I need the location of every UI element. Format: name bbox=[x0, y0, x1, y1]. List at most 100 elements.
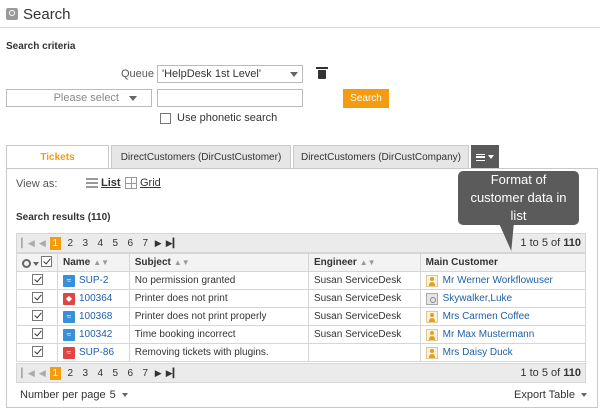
page-link[interactable]: 4 bbox=[95, 367, 106, 380]
row-checkbox[interactable] bbox=[31, 273, 43, 285]
row-checkbox[interactable] bbox=[31, 327, 43, 339]
column-header-customer[interactable]: Main Customer bbox=[419, 253, 587, 272]
column-label: Main Customer bbox=[425, 257, 498, 268]
page-link[interactable]: 1 bbox=[49, 236, 61, 250]
pager-of: of bbox=[547, 367, 564, 379]
gear-icon[interactable] bbox=[22, 259, 31, 269]
chevron-down-icon bbox=[290, 71, 298, 77]
ticket-type-icon: ≈ bbox=[63, 346, 75, 359]
ticket-link[interactable]: SUP-86 bbox=[79, 347, 114, 358]
page-link[interactable]: 4 bbox=[95, 237, 106, 250]
page-link[interactable]: 5 bbox=[110, 237, 121, 250]
cell-subject: No permission granted bbox=[128, 271, 309, 290]
table-row[interactable]: ≈ SUP-2 No permission granted Susan Servi… bbox=[16, 271, 587, 290]
per-page-label: Number per page bbox=[20, 389, 106, 401]
pager-of: of bbox=[547, 237, 564, 249]
last-page-icon[interactable]: ▶▎ bbox=[166, 238, 180, 249]
chevron-down-icon bbox=[580, 393, 587, 397]
page-link[interactable]: 2 bbox=[65, 367, 76, 380]
ticket-link[interactable]: 100342 bbox=[79, 329, 112, 340]
table-row[interactable]: ≈ SUP-86 Removing tickets with plugins. M… bbox=[16, 343, 587, 362]
row-checkbox[interactable] bbox=[31, 345, 43, 357]
tab-menu-button[interactable] bbox=[471, 145, 499, 169]
callout-tooltip: Format of customer data in list bbox=[458, 171, 579, 225]
field-select[interactable]: Please select bbox=[6, 89, 152, 107]
customer-link[interactable]: Mrs Daisy Duck bbox=[443, 347, 513, 358]
ticket-link[interactable]: 100368 bbox=[79, 311, 112, 322]
phonetic-checkbox[interactable] bbox=[160, 112, 171, 124]
table-row[interactable]: ≈100368 Printer does not print properly … bbox=[16, 307, 587, 326]
phonetic-search-option[interactable]: Use phonetic search bbox=[160, 112, 277, 124]
chevron-down-icon bbox=[121, 393, 128, 397]
search-button[interactable]: Search bbox=[343, 89, 389, 108]
last-page-icon[interactable]: ▶▎ bbox=[166, 368, 180, 379]
column-header-name[interactable]: Name ▲▼ bbox=[57, 253, 130, 272]
search-input[interactable] bbox=[157, 89, 303, 107]
pager-top: ▎◀ ◀ 1 2 3 4 5 6 7 ▶ ▶▎ 1 to 5 of 110 bbox=[16, 233, 586, 253]
prev-page-icon[interactable]: ◀ bbox=[39, 238, 46, 249]
cell-engineer bbox=[307, 343, 421, 362]
person-icon bbox=[425, 328, 438, 341]
view-grid-link[interactable]: Grid bbox=[140, 177, 161, 189]
page-link[interactable]: 1 bbox=[49, 366, 61, 380]
row-select bbox=[16, 325, 58, 344]
queue-select[interactable]: 'HelpDesk 1st Level' bbox=[157, 65, 303, 83]
view-grid-option[interactable]: Grid bbox=[125, 177, 161, 189]
page-link[interactable]: 5 bbox=[110, 367, 121, 380]
trash-icon[interactable] bbox=[316, 67, 328, 79]
search-criteria-label: Search criteria bbox=[6, 41, 76, 52]
next-page-icon[interactable]: ▶ bbox=[155, 368, 162, 379]
ticket-link[interactable]: SUP-2 bbox=[79, 275, 108, 286]
page-link[interactable]: 6 bbox=[125, 367, 136, 380]
tab-tickets[interactable]: Tickets bbox=[6, 145, 109, 169]
column-header-subject[interactable]: Subject ▲▼ bbox=[128, 253, 309, 272]
ticket-type-icon: ◆ bbox=[63, 292, 75, 305]
field-select-placeholder: Please select bbox=[53, 92, 119, 104]
cell-customer: Mr Werner Workflowuser bbox=[419, 271, 587, 290]
pager-total: 110 bbox=[563, 367, 581, 379]
first-page-icon[interactable]: ▎◀ bbox=[21, 238, 35, 249]
cell-engineer: Susan ServiceDesk bbox=[307, 271, 421, 290]
sort-icon: ▲▼ bbox=[173, 258, 190, 267]
ticket-type-icon: ≈ bbox=[63, 328, 75, 341]
row-select bbox=[16, 307, 58, 326]
select-all-header bbox=[16, 253, 58, 272]
page-link[interactable]: 7 bbox=[140, 237, 151, 250]
column-header-engineer[interactable]: Engineer ▲▼ bbox=[307, 253, 421, 272]
page-link[interactable]: 2 bbox=[65, 237, 76, 250]
per-page-selector[interactable]: Number per page 5 bbox=[20, 389, 130, 401]
tab-label: DirectCustomers (DirCustCompany) bbox=[300, 151, 462, 163]
view-list-option[interactable]: List bbox=[86, 177, 121, 189]
prev-page-icon[interactable]: ◀ bbox=[39, 368, 46, 379]
person-icon bbox=[425, 310, 438, 323]
customer-link[interactable]: Skywalker,Luke bbox=[443, 293, 512, 304]
row-select bbox=[16, 343, 58, 362]
page-link[interactable]: 3 bbox=[80, 367, 91, 380]
queue-select-value: 'HelpDesk 1st Level' bbox=[162, 68, 261, 80]
tab-dircust-company[interactable]: DirectCustomers (DirCustCompany) bbox=[293, 145, 469, 169]
table-row[interactable]: ◆ 100364 Printer does not print Susan Ser… bbox=[16, 289, 587, 308]
cell-name: ≈100368 bbox=[57, 307, 130, 326]
column-label: Name bbox=[63, 257, 91, 268]
first-page-icon[interactable]: ▎◀ bbox=[21, 368, 35, 379]
customer-link[interactable]: Mr Werner Workflowuser bbox=[443, 275, 553, 286]
page-link[interactable]: 6 bbox=[125, 237, 136, 250]
phonetic-label: Use phonetic search bbox=[177, 112, 278, 124]
view-list-link[interactable]: List bbox=[101, 177, 121, 189]
chevron-down-icon[interactable] bbox=[33, 261, 39, 266]
table-row[interactable]: ≈100342 Time booking incorrect Susan Ser… bbox=[16, 325, 587, 344]
pager-total: 110 bbox=[563, 237, 581, 249]
ticket-link[interactable]: 100364 bbox=[79, 293, 112, 304]
page-link[interactable]: 3 bbox=[80, 237, 91, 250]
trash-body bbox=[318, 70, 326, 79]
pager-bottom: ▎◀ ◀ 1 2 3 4 5 6 7 ▶ ▶▎ 1 to 5 of 110 bbox=[16, 363, 586, 383]
page-link[interactable]: 7 bbox=[140, 367, 151, 380]
select-all-checkbox[interactable] bbox=[41, 255, 52, 267]
row-checkbox[interactable] bbox=[31, 309, 43, 321]
next-page-icon[interactable]: ▶ bbox=[155, 238, 162, 249]
tab-dircust-customer[interactable]: DirectCustomers (DirCustCustomer) bbox=[111, 145, 291, 169]
customer-link[interactable]: Mrs Carmen Coffee bbox=[443, 311, 530, 322]
export-table-button[interactable]: Export Table bbox=[514, 389, 589, 401]
customer-link[interactable]: Mr Max Mustermann bbox=[443, 329, 535, 340]
row-checkbox[interactable] bbox=[31, 291, 43, 303]
